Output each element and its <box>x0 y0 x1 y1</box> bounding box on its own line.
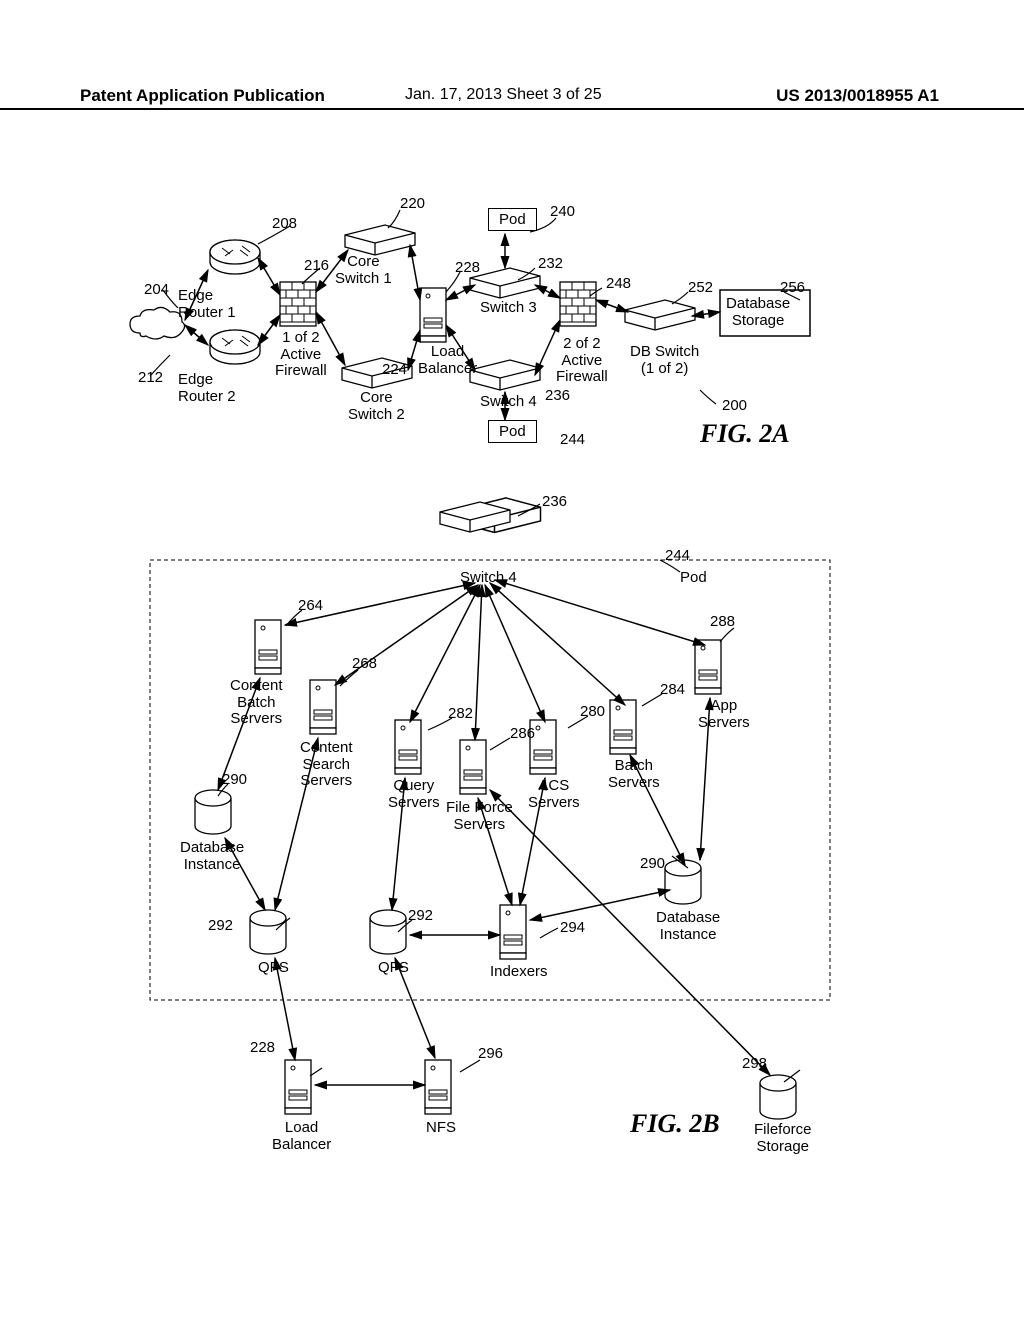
pod-box-bottom: Pod <box>488 420 537 443</box>
lbl-load-balancer-b: LoadBalancer <box>272 1120 331 1153</box>
ref-290b: 290 <box>640 856 665 873</box>
ref-294: 294 <box>560 920 585 937</box>
lbl-qfs2: QFS <box>378 960 409 977</box>
lbl-firewall-2: 2 of 2ActiveFirewall <box>556 336 608 386</box>
lbl-core-switch-2: CoreSwitch 2 <box>348 390 405 423</box>
lbl-firewall-1: 1 of 2ActiveFirewall <box>275 330 327 380</box>
lbl-core-switch-1: CoreSwitch 1 <box>335 254 392 287</box>
ref-232: 232 <box>538 256 563 273</box>
lbl-edge-router-1: EdgeRouter 1 <box>178 288 236 321</box>
ref-240: 240 <box>550 204 575 221</box>
lbl-batch: BatchServers <box>608 758 660 791</box>
ref-228a: 228 <box>455 260 480 277</box>
lbl-dbinst2: DatabaseInstance <box>656 910 720 943</box>
ref-282: 282 <box>448 706 473 723</box>
lbl-fileforce: File ForceServers <box>446 800 513 833</box>
fig-2a-title: FIG. 2A <box>700 420 790 449</box>
ref-280: 280 <box>580 704 605 721</box>
ref-284: 284 <box>660 682 685 699</box>
lbl-fileforce-storage: FileforceStorage <box>754 1122 812 1155</box>
pod-box-top: Pod <box>488 208 537 231</box>
fig-2a-svg <box>0 0 1024 1320</box>
ref-236b: 236 <box>542 494 567 511</box>
ref-268: 268 <box>352 656 377 673</box>
ref-286: 286 <box>510 726 535 743</box>
lbl-query: QueryServers <box>388 778 440 811</box>
lbl-acs: ACSServers <box>528 778 580 811</box>
lbl-dbinst1: DatabaseInstance <box>180 840 244 873</box>
lbl-indexers: Indexers <box>490 964 548 981</box>
lbl-content-search: ContentSearchServers <box>300 740 353 790</box>
lbl-nfs: NFS <box>426 1120 456 1137</box>
lbl-qfs1: QFS <box>258 960 289 977</box>
lbl-edge-router-2: EdgeRouter 2 <box>178 372 236 405</box>
lbl-db-switch: DB Switch(1 of 2) <box>630 344 699 377</box>
ref-204: 204 <box>144 282 169 299</box>
ref-252: 252 <box>688 280 713 297</box>
lbl-app: AppServers <box>698 698 750 731</box>
lbl-db-storage: DatabaseStorage <box>726 296 790 329</box>
fig-2b-title: FIG. 2B <box>630 1110 720 1139</box>
lbl-switch4a: Switch 4 <box>480 394 537 411</box>
ref-296: 296 <box>478 1046 503 1063</box>
ref-290a: 290 <box>222 772 247 789</box>
ref-216: 216 <box>304 258 329 275</box>
ref-208: 208 <box>272 216 297 233</box>
ref-212: 212 <box>138 370 163 387</box>
ref-224: 224 <box>382 362 407 379</box>
ref-228b: 228 <box>250 1040 275 1057</box>
ref-248: 248 <box>606 276 631 293</box>
lbl-switch3: Switch 3 <box>480 300 537 317</box>
ref-264: 264 <box>298 598 323 615</box>
ref-292b: 292 <box>408 908 433 925</box>
lbl-content-batch: ContentBatchServers <box>230 678 283 728</box>
lbl-load-balancer-a: LoadBalancer <box>418 344 477 377</box>
ref-200: 200 <box>722 398 747 415</box>
ref-220: 220 <box>400 196 425 213</box>
ref-292a: 292 <box>208 918 233 935</box>
lbl-switch4b: Switch 4 <box>460 570 517 587</box>
lbl-pod: Pod <box>680 570 707 587</box>
ref-244b: 244 <box>665 548 690 565</box>
ref-236a: 236 <box>545 388 570 405</box>
ref-298: 298 <box>742 1056 767 1073</box>
ref-288: 288 <box>710 614 735 631</box>
ref-244a: 244 <box>560 432 585 449</box>
